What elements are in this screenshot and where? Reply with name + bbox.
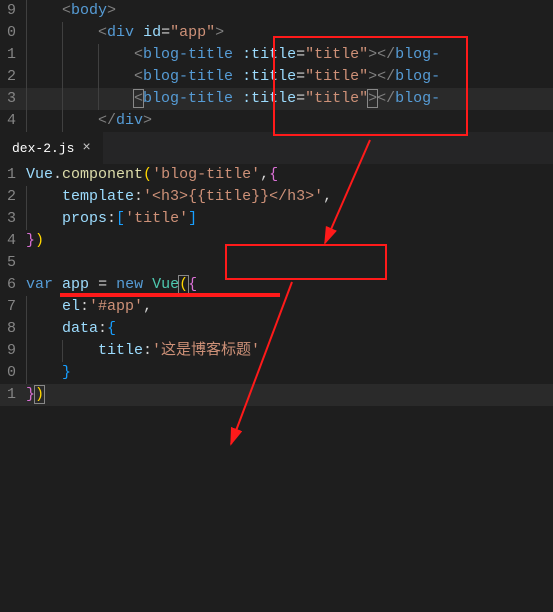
code-content[interactable]: <blog-title :title="title"></blog-: [26, 44, 553, 66]
code-content[interactable]: <blog-title :title="title"></blog-: [26, 66, 553, 88]
line-number: 9: [0, 340, 26, 362]
line-number: 2: [0, 186, 26, 208]
line-number: 1: [0, 164, 26, 186]
code-content[interactable]: Vue.component('blog-title',{: [26, 164, 553, 186]
tab-label: dex-2.js: [12, 141, 74, 156]
close-icon[interactable]: ×: [82, 140, 90, 156]
code-line[interactable]: 6var app = new Vue({: [0, 274, 553, 296]
code-content[interactable]: <div id="app">: [26, 22, 553, 44]
code-content[interactable]: template:'<h3>{{title}}</h3>',: [26, 186, 553, 208]
code-line[interactable]: 3 <blog-title :title="title"></blog-: [0, 88, 553, 110]
code-line[interactable]: 1 <blog-title :title="title"></blog-: [0, 44, 553, 66]
tab-bar: dex-2.js ×: [0, 132, 553, 164]
code-content[interactable]: [26, 252, 553, 274]
code-content[interactable]: <blog-title :title="title"></blog-: [26, 88, 553, 110]
line-number: 6: [0, 274, 26, 296]
bottom-editor-pane: 1Vue.component('blog-title',{2 template:…: [0, 164, 553, 406]
code-line[interactable]: 9 <body>: [0, 0, 553, 22]
line-number: 1: [0, 384, 26, 406]
code-line[interactable]: 4 </div>: [0, 110, 553, 132]
code-line[interactable]: 1Vue.component('blog-title',{: [0, 164, 553, 186]
file-tab[interactable]: dex-2.js ×: [0, 132, 103, 164]
code-content[interactable]: }): [26, 230, 553, 252]
code-content[interactable]: title:'这是博客标题': [26, 340, 553, 362]
code-line[interactable]: 1}): [0, 384, 553, 406]
code-content[interactable]: }): [26, 384, 553, 406]
top-editor-pane: 9 <body>0 <div id="app">1 <blog-title :t…: [0, 0, 553, 132]
code-line[interactable]: 9 title:'这是博客标题': [0, 340, 553, 362]
code-line[interactable]: 7 el:'#app',: [0, 296, 553, 318]
code-line[interactable]: 0 }: [0, 362, 553, 384]
code-line[interactable]: 2 <blog-title :title="title"></blog-: [0, 66, 553, 88]
line-number: 7: [0, 296, 26, 318]
line-number: 1: [0, 44, 26, 66]
line-number: 4: [0, 110, 26, 132]
code-content[interactable]: </div>: [26, 110, 553, 132]
code-line[interactable]: 4}): [0, 230, 553, 252]
line-number: 3: [0, 88, 26, 110]
code-content[interactable]: }: [26, 362, 553, 384]
code-content[interactable]: el:'#app',: [26, 296, 553, 318]
line-number: 3: [0, 208, 26, 230]
line-number: 5: [0, 252, 26, 274]
code-content[interactable]: var app = new Vue({: [26, 274, 553, 296]
code-content[interactable]: <body>: [26, 0, 553, 22]
line-number: 0: [0, 362, 26, 384]
line-number: 8: [0, 318, 26, 340]
line-number: 2: [0, 66, 26, 88]
code-line[interactable]: 3 props:['title']: [0, 208, 553, 230]
line-number: 9: [0, 0, 26, 22]
line-number: 0: [0, 22, 26, 44]
code-content[interactable]: props:['title']: [26, 208, 553, 230]
code-line[interactable]: 0 <div id="app">: [0, 22, 553, 44]
code-line[interactable]: 5: [0, 252, 553, 274]
code-line[interactable]: 8 data:{: [0, 318, 553, 340]
line-number: 4: [0, 230, 26, 252]
code-line[interactable]: 2 template:'<h3>{{title}}</h3>',: [0, 186, 553, 208]
code-content[interactable]: data:{: [26, 318, 553, 340]
